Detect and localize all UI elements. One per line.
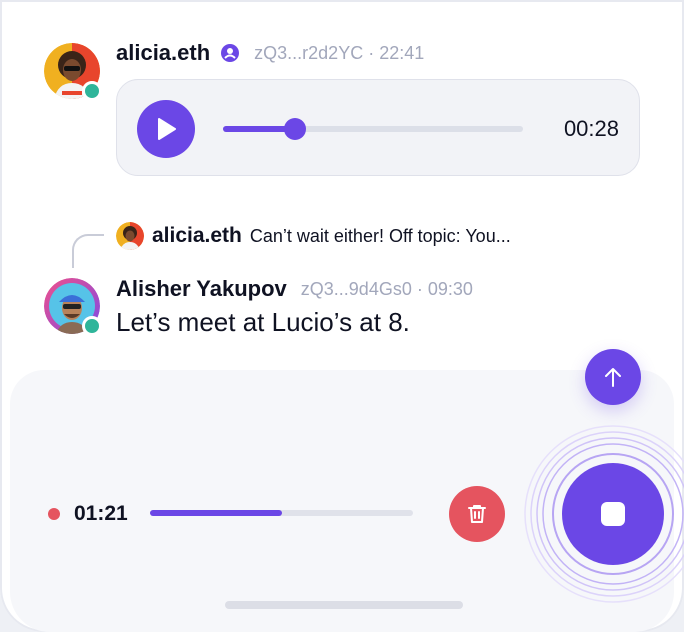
author-name[interactable]: Alisher Yakupov bbox=[116, 276, 287, 302]
message-header: alicia.eth zQ3...r2d2YC · 22:41 bbox=[116, 40, 424, 66]
stop-button-graphic bbox=[524, 425, 684, 603]
audio-progress-track[interactable] bbox=[223, 118, 523, 140]
message-meta: zQ3...9d4Gs0 · 09:30 bbox=[300, 278, 473, 299]
home-indicator bbox=[225, 601, 463, 609]
play-icon bbox=[158, 118, 176, 140]
audio-scrubber-handle[interactable] bbox=[284, 118, 306, 140]
stop-recording-button[interactable] bbox=[523, 424, 684, 604]
recording-time: 01:21 bbox=[74, 502, 128, 525]
online-status-dot bbox=[82, 316, 102, 336]
avatar-alicia[interactable] bbox=[44, 43, 102, 101]
recording-progress-fill bbox=[150, 510, 282, 516]
message-text: Let’s meet at Lucio’s at 8. bbox=[116, 307, 410, 337]
reply-avatar bbox=[116, 222, 144, 250]
online-status-dot bbox=[82, 81, 102, 101]
recording-progress-track bbox=[150, 510, 413, 516]
avatar-alisher[interactable] bbox=[44, 278, 102, 336]
chat-screen: alicia.eth zQ3...r2d2YC · 22:41 00:28 al… bbox=[0, 0, 684, 632]
reply-text: Can’t wait either! Off topic: You... bbox=[249, 225, 511, 246]
reply-author: alicia.eth bbox=[152, 224, 242, 247]
audio-message: 00:28 bbox=[116, 79, 640, 176]
play-button[interactable] bbox=[137, 100, 195, 158]
message-meta: zQ3...r2d2YC · 22:41 bbox=[254, 42, 425, 63]
user-badge-icon bbox=[221, 44, 240, 62]
recording-indicator bbox=[48, 508, 60, 520]
message-header: Alisher Yakupov zQ3...9d4Gs0 · 09:30 bbox=[116, 276, 473, 302]
trash-icon bbox=[468, 505, 486, 523]
author-name[interactable]: alicia.eth bbox=[116, 40, 210, 66]
reply-connector bbox=[72, 234, 104, 268]
audio-duration: 00:28 bbox=[563, 116, 619, 141]
reply-preview[interactable]: alicia.eth Can’t wait either! Off topic:… bbox=[116, 222, 511, 250]
delete-recording-button[interactable] bbox=[449, 486, 505, 542]
stop-icon bbox=[601, 502, 625, 526]
arrow-up-icon bbox=[605, 368, 621, 387]
send-button[interactable] bbox=[585, 349, 641, 405]
